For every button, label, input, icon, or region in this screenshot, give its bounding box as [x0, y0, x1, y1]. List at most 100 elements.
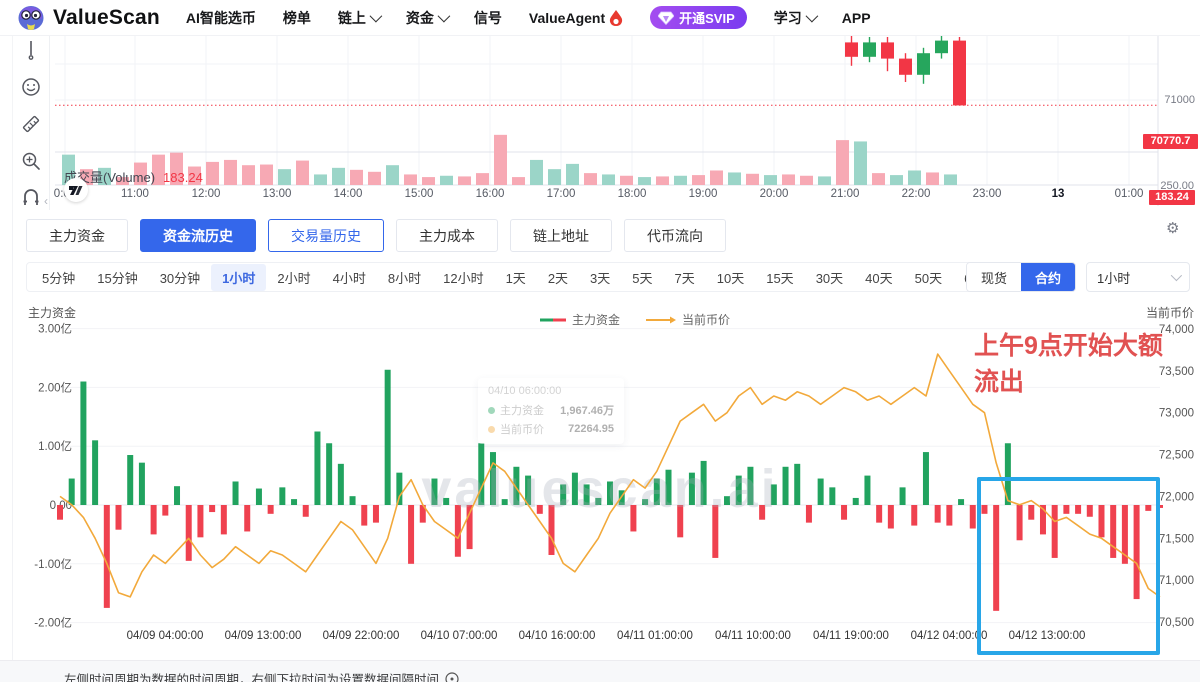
tooltip-row: 当前币价 72264.95 — [488, 421, 614, 437]
tab-链上地址[interactable]: 链上地址 — [510, 219, 612, 252]
nav-item-label: APP — [841, 9, 871, 26]
svg-text:15:00: 15:00 — [405, 188, 434, 200]
svg-text:21:00: 21:00 — [831, 188, 860, 200]
period-5天[interactable]: 5天 — [621, 264, 663, 291]
period-2天[interactable]: 2天 — [537, 264, 579, 291]
svg-text:72,500: 72,500 — [1159, 450, 1194, 462]
chevron-down-icon — [369, 9, 383, 23]
svg-text:04/09 13:00:00: 04/09 13:00:00 — [225, 630, 302, 642]
data-tabs: 主力资金 资金流历史 交易量历史 主力成本 链上地址 代币流向 — [26, 219, 726, 252]
nav-item-label: 信号 — [473, 9, 502, 26]
tooltip-series-value: 1,967.46万 — [560, 405, 614, 417]
tradingview-chart-panel[interactable]: 0:0011:0012:0013:0014:0015:0016:0017:001… — [0, 35, 1200, 237]
tv-time-axis[interactable]: 0:0011:0012:0013:0014:0015:0016:0017:001… — [54, 188, 1144, 200]
period-2小时[interactable]: 2小时 — [266, 264, 321, 291]
tab-代币流向[interactable]: 代币流向 — [624, 219, 726, 252]
svg-text:71,000: 71,000 — [1159, 575, 1194, 587]
nav-item-label: 资金 — [405, 9, 434, 26]
period-30天[interactable]: 30天 — [805, 264, 854, 291]
svg-text:72,000: 72,000 — [1159, 491, 1194, 503]
collapse-handle-icon[interactable]: ‹ — [44, 194, 48, 208]
period-1小时[interactable]: 1小时 — [211, 263, 267, 291]
brand-logo[interactable]: ValueScan — [16, 4, 160, 32]
period-3天[interactable]: 3天 — [579, 264, 621, 291]
svg-text:04/10 16:00:00: 04/10 16:00:00 — [519, 630, 596, 642]
info-icon[interactable] — [445, 671, 459, 682]
zoom-in-icon[interactable] — [18, 148, 44, 174]
nav-item-资金[interactable]: 资金 — [405, 8, 451, 28]
svg-text:04/09 04:00:00: 04/09 04:00:00 — [127, 630, 204, 642]
svg-text:73,000: 73,000 — [1159, 408, 1194, 420]
period-1天[interactable]: 1天 — [495, 264, 537, 291]
magnet-icon[interactable] — [18, 184, 44, 210]
period-15天[interactable]: 15天 — [755, 264, 804, 291]
svip-badge[interactable]: 开通SVIP — [650, 6, 747, 29]
svip-diamond-icon — [658, 11, 675, 25]
nav-item-APP[interactable]: APP — [842, 10, 871, 26]
candles — [845, 35, 966, 106]
nav-item-AI智能选币[interactable]: AI智能选币 — [186, 8, 256, 28]
measure-ruler-icon[interactable] — [18, 111, 44, 137]
main-x-axis: 04/09 04:00:00 04/09 13:00:00 04/09 22:00:… — [127, 630, 1086, 642]
svg-text:19:00: 19:00 — [689, 188, 718, 200]
period-40天[interactable]: 40天 — [854, 264, 903, 291]
fire-icon — [609, 9, 623, 26]
nav-menu: AI智能选币 榜单 链上 资金 信号 ValueAgent 开通SVIP 学习 APP — [186, 6, 871, 29]
watermark: valuescan.ai — [421, 459, 778, 519]
footer-note-text: 左侧时间周期为数据的时间周期，右侧下拉时间为设置数据间隔时间 — [64, 673, 440, 682]
period-30分钟[interactable]: 30分钟 — [149, 264, 211, 291]
svg-text:-2.00亿: -2.00亿 — [34, 617, 72, 630]
svg-text:70,500: 70,500 — [1159, 617, 1194, 629]
chart-tooltip: 04/10 06:00:00 主力资金 1,967.46万 当前币价 72264.95 — [478, 378, 624, 444]
toggle-合约[interactable]: 合约 — [1021, 263, 1075, 291]
svg-text:-1.00亿: -1.00亿 — [34, 558, 72, 571]
footer-note: 左侧时间周期为数据的时间周期，右侧下拉时间为设置数据间隔时间 — [64, 669, 459, 682]
nav-item-ValueAgent[interactable]: ValueAgent — [529, 9, 623, 26]
market-type-toggle: 现货 合约 — [966, 262, 1076, 292]
svg-text:1.00亿: 1.00亿 — [38, 440, 72, 453]
period-15分钟[interactable]: 15分钟 — [86, 264, 148, 291]
chevron-down-icon — [1170, 269, 1183, 282]
svg-text:17:00: 17:00 — [547, 188, 576, 200]
period-10天[interactable]: 10天 — [706, 264, 755, 291]
period-5分钟[interactable]: 5分钟 — [31, 264, 86, 291]
nav-item-榜单[interactable]: 榜单 — [283, 8, 311, 28]
tab-主力资金[interactable]: 主力资金 — [26, 219, 128, 252]
page: ValueScan AI智能选币 榜单 链上 资金 信号 ValueAgent 开通SVIP… — [0, 0, 1200, 682]
nav-item-链上[interactable]: 链上 — [338, 8, 383, 28]
footer-bar: 左侧时间周期为数据的时间周期，右侧下拉时间为设置数据间隔时间 — [0, 660, 1200, 682]
emoji-tool-icon[interactable] — [18, 75, 44, 101]
highlight-box — [977, 477, 1160, 655]
tradingview-logo-icon[interactable] — [64, 178, 88, 202]
tab-主力成本[interactable]: 主力成本 — [396, 219, 498, 252]
svg-text:23:00: 23:00 — [973, 188, 1002, 200]
left-axis-ticks: 3.00亿2.00亿1.00亿0.00-1.00亿-2.00亿 — [34, 323, 72, 630]
tooltip-date: 04/10 06:00:00 — [488, 385, 562, 397]
svg-text:18:00: 18:00 — [618, 188, 647, 200]
nav-item-学习[interactable]: 学习 — [773, 8, 819, 28]
current-volume-tag: 183.24 — [1149, 190, 1195, 205]
toggle-现货[interactable]: 现货 — [967, 263, 1021, 291]
svg-text:13: 13 — [1052, 188, 1065, 200]
svg-text:16:00: 16:00 — [476, 188, 505, 200]
period-12小时[interactable]: 12小时 — [432, 264, 494, 291]
brand-name: ValueScan — [53, 5, 160, 29]
nav-item-信号[interactable]: 信号 — [474, 8, 502, 28]
period-8小时[interactable]: 8小时 — [377, 264, 432, 291]
svg-text:22:00: 22:00 — [902, 188, 931, 200]
svg-text:14:00: 14:00 — [334, 188, 363, 200]
tab-资金流历史[interactable]: 资金流历史 — [140, 219, 256, 252]
chevron-down-icon — [805, 9, 819, 23]
top-navigation-bar: ValueScan AI智能选币 榜单 链上 资金 信号 ValueAgent 开通SVIP… — [0, 0, 1200, 36]
period-50天[interactable]: 50天 — [904, 264, 953, 291]
nav-item-label: AI智能选币 — [185, 9, 256, 26]
svg-text:04/11 10:00:00: 04/11 10:00:00 — [715, 630, 791, 642]
nav-item-label: 学习 — [773, 9, 802, 26]
tab-交易量历史[interactable]: 交易量历史 — [268, 219, 384, 252]
period-4小时[interactable]: 4小时 — [322, 264, 377, 291]
period-7天[interactable]: 7天 — [664, 264, 706, 291]
tooltip-series-label: 当前币价 — [500, 424, 544, 436]
interval-dropdown[interactable]: 1小时 — [1086, 262, 1190, 292]
gear-icon[interactable]: ⚙ — [1166, 219, 1179, 237]
vertical-line-tool-icon[interactable] — [18, 38, 44, 64]
